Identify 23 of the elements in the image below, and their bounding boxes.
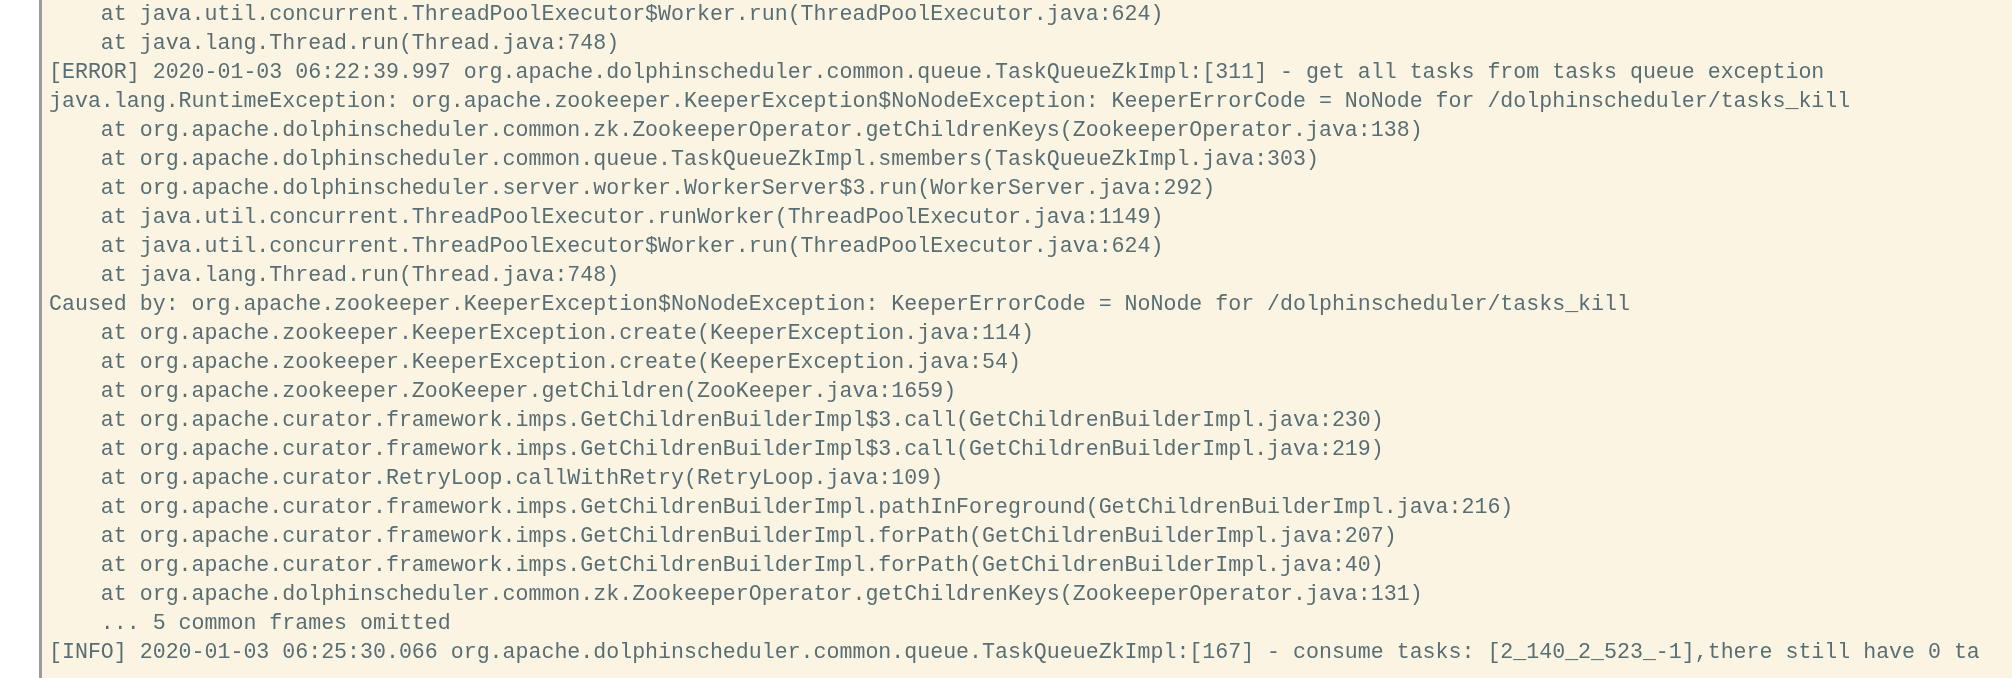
log-line: at org.apache.zookeeper.KeeperException.create(KeeperException.java:114) (99, 320, 1034, 347)
log-line: at java.lang.Thread.run(Thread.java:748) (99, 262, 620, 289)
log-line: at org.apache.zookeeper.ZooKeeper.getChildren(ZooKeeper.java:1659) (99, 378, 957, 405)
log-line: at org.apache.dolphinscheduler.common.queue.TaskQueueZkImpl.smembers(TaskQueueZkImpl.java:303) (99, 146, 1319, 173)
log-line: at java.lang.Thread.run(Thread.java:748) (99, 30, 620, 57)
log-line: at org.apache.curator.framework.imps.GetChildrenBuilderImpl.forPath(GetChildrenBuilderImpl.java:40) (99, 552, 1384, 579)
log-line: at org.apache.curator.RetryLoop.callWithRetry(RetryLoop.java:109) (99, 465, 944, 492)
log-line: java.lang.RuntimeException: org.apache.zookeeper.KeeperException$NoNodeException: KeeperErrorCode = NoNode for /dolphinscheduler/tasks_kill (49, 88, 1851, 115)
log-line: at java.util.concurrent.ThreadPoolExecutor$Worker.run(ThreadPoolExecutor.java:624) (99, 233, 1164, 260)
log-line: [ERROR] 2020-01-03 06:22:39.997 org.apache.dolphinscheduler.common.queue.TaskQueueZkImpl:[311] - get all tasks from tasks queue exception (49, 59, 1825, 86)
log-line: at org.apache.curator.framework.imps.GetChildrenBuilderImpl$3.call(GetChildrenBuilderImpl.java:230) (99, 407, 1384, 434)
log-line: at org.apache.curator.framework.imps.GetChildrenBuilderImpl.forPath(GetChildrenBuilderImpl.java:207) (99, 523, 1397, 550)
log-line: at org.apache.dolphinscheduler.common.zk.ZookeeperOperator.getChildrenKeys(ZookeeperOperator.java:131) (99, 581, 1423, 608)
log-line: at org.apache.curator.framework.imps.GetChildrenBuilderImpl.pathInForeground(GetChildrenBuilderImpl.java:216) (99, 494, 1514, 521)
log-line: at java.util.concurrent.ThreadPoolExecutor.runWorker(ThreadPoolExecutor.java:1149) (99, 204, 1164, 231)
log-line: at org.apache.dolphinscheduler.common.zk.ZookeeperOperator.getChildrenKeys(ZookeeperOperator.java:138) (99, 117, 1423, 144)
log-line: at java.util.concurrent.ThreadPoolExecutor$Worker.run(ThreadPoolExecutor.java:624) (99, 1, 1164, 28)
log-line: at org.apache.zookeeper.KeeperException.create(KeeperException.java:54) (99, 349, 1021, 376)
log-line: Caused by: org.apache.zookeeper.KeeperException$NoNodeException: KeeperErrorCode = NoNode for /dolphinscheduler/tasks_kill (49, 291, 1630, 318)
log-line: [INFO] 2020-01-03 06:25:30.066 org.apache.dolphinscheduler.common.queue.TaskQueueZkImpl:[167] - consume tasks: [2_140_2_523_-1],there still have 0 ta (49, 639, 1980, 666)
log-line: at org.apache.curator.framework.imps.GetChildrenBuilderImpl$3.call(GetChildrenBuilderImpl.java:219) (99, 436, 1384, 463)
log-line: at org.apache.dolphinscheduler.server.worker.WorkerServer$3.run(WorkerServer.java:292) (99, 175, 1216, 202)
log-line: ... 5 common frames omitted (99, 610, 451, 637)
